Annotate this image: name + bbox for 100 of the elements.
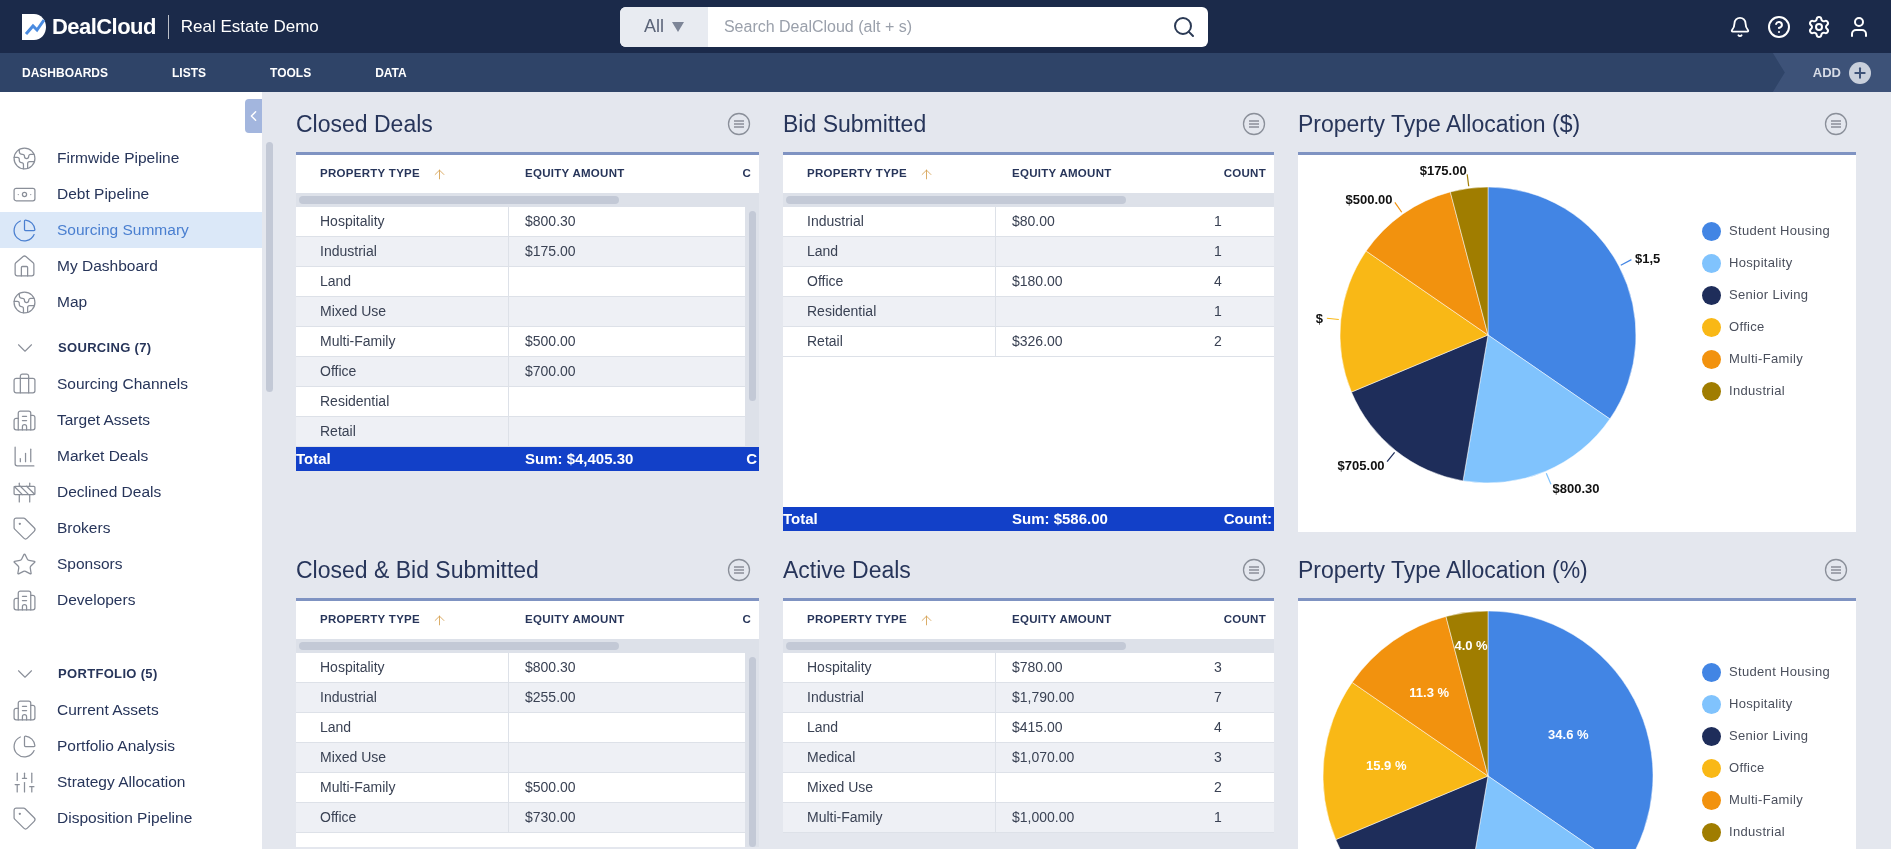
leader-line (1466, 173, 1470, 187)
panel-title: Bid Submitted (783, 109, 927, 139)
column-header[interactable]: PROPERTY TYPE (296, 165, 509, 183)
search-bar[interactable]: All Search DealCloud (alt + s) (619, 6, 1208, 47)
table-cell: Office (783, 267, 996, 296)
sidebar-item[interactable]: Developers (0, 582, 262, 618)
search-scope-dropdown[interactable]: All (619, 6, 708, 47)
scrollbar[interactable] (745, 653, 759, 847)
legend-label[interactable]: Industrial (1729, 822, 1785, 842)
sidebar-item[interactable]: Target Assets (0, 402, 262, 438)
table-cell: Land (296, 713, 509, 742)
table-cell-text: $1,000.00 (1011, 808, 1076, 827)
data-label: 34.6 % (1548, 726, 1589, 742)
nav-menu-item[interactable]: TOOLS (270, 63, 312, 82)
sidebar-item[interactable]: Firmwide Pipeline (0, 140, 262, 176)
column-header[interactable]: PROPERTY TYPE (783, 611, 996, 629)
tag-icon (12, 805, 37, 831)
sidebar-item[interactable]: Portfolio Analysis (0, 728, 262, 764)
legend-label[interactable]: Office (1729, 758, 1765, 778)
legend-label[interactable]: Hospitality (1729, 694, 1793, 714)
column-header[interactable]: PROPERTY TYPE (783, 165, 996, 183)
sidebar-item[interactable]: Sponsors (0, 546, 262, 582)
column-header[interactable]: C (741, 611, 759, 629)
sidebar-item[interactable]: Strategy Allocation (0, 764, 262, 800)
menu-icon[interactable] (727, 112, 751, 136)
nav-menu-item[interactable]: DASHBOARDS (22, 63, 108, 82)
logo-icon (20, 11, 48, 42)
workspace-name: Real Estate Demo (180, 15, 319, 38)
data-label: 4.0 % (1454, 638, 1488, 654)
column-header[interactable]: EQUITY AMOUNT (509, 165, 741, 183)
legend-label[interactable]: Hospitality (1729, 253, 1793, 273)
notifications-icon[interactable] (1729, 15, 1751, 38)
sidebar-item[interactable]: Map (0, 284, 262, 320)
total-label: Sum: $586.00 (1011, 508, 1109, 529)
column-header[interactable]: EQUITY AMOUNT (996, 611, 1184, 629)
tag-icon (12, 515, 37, 541)
legend-label[interactable]: Senior Living (1729, 726, 1809, 746)
column-header[interactable]: EQUITY AMOUNT (996, 165, 1184, 183)
legend-label[interactable]: Multi-Family (1729, 349, 1803, 369)
table-cell: Medical (783, 743, 996, 772)
search-icon[interactable] (1171, 14, 1196, 39)
globe-icon (12, 289, 37, 315)
settings-icon[interactable] (1807, 14, 1831, 39)
sidebar-item[interactable]: Market Deals (0, 438, 262, 474)
scrollbar[interactable] (296, 193, 759, 207)
table-cell: Multi-Family (296, 773, 509, 802)
sidebar-item[interactable]: Sourcing Channels (0, 366, 262, 402)
add-button[interactable]: ADD (1772, 53, 1891, 92)
column-header[interactable]: EQUITY AMOUNT (509, 611, 741, 629)
search-field[interactable]: Search DealCloud (alt + s) (707, 14, 1172, 39)
scrollbar[interactable] (783, 193, 1274, 207)
sidebar-item[interactable]: Brokers (0, 510, 262, 546)
table-cell-text: $1,070.00 (1011, 748, 1076, 767)
sidebar-item[interactable]: Declined Deals (0, 474, 262, 510)
help-icon[interactable] (1767, 14, 1791, 39)
menu-icon[interactable] (727, 558, 751, 582)
legend-label[interactable]: Senior Living (1729, 285, 1809, 305)
sidebar-item[interactable]: Disposition Pipeline (0, 800, 262, 836)
building-icon (12, 697, 37, 723)
legend-label[interactable]: Multi-Family (1729, 790, 1803, 810)
column-header[interactable]: COUNT (1184, 611, 1274, 629)
collapse-button[interactable] (245, 99, 262, 133)
table-cell: Industrial (783, 207, 996, 236)
nav-menu-item[interactable]: LISTS (172, 63, 207, 82)
table-cell-text: 4 (1213, 272, 1223, 291)
pie-chart-icon (12, 217, 37, 243)
table-cell: Multi-Family (783, 803, 996, 832)
legend-label[interactable]: Student Housing (1729, 662, 1830, 682)
section-heading[interactable]: SOURCING (7) (58, 338, 152, 358)
column-header[interactable]: PROPERTY TYPE (296, 611, 509, 629)
table-cell: Land (296, 267, 509, 296)
menu-icon[interactable] (1242, 112, 1266, 136)
menu-icon[interactable] (1242, 558, 1266, 582)
data-label: $800.30 (1552, 480, 1600, 496)
table-cell-text: $175.00 (524, 242, 577, 261)
menu-icon[interactable] (1824, 112, 1848, 136)
sidebar-item[interactable]: Current Assets (0, 692, 262, 728)
column-header[interactable]: C (741, 165, 759, 183)
scrollbar[interactable] (745, 207, 759, 447)
caret-icon (671, 21, 684, 32)
panel-title: Closed & Bid Submitted (296, 555, 539, 585)
scrollbar[interactable] (783, 639, 1274, 653)
section-heading[interactable]: PORTFOLIO (5) (58, 664, 158, 684)
legend-label[interactable]: Industrial (1729, 381, 1785, 401)
total-label: C (746, 448, 758, 469)
menu-icon[interactable] (1824, 558, 1848, 582)
panel-title: Property Type Allocation (%) (1298, 555, 1588, 585)
table-cell: Hospitality (783, 653, 996, 682)
table-cell-text: $500.00 (524, 778, 577, 797)
table-cell: Mixed Use (296, 297, 509, 326)
sidebar-item[interactable]: My Dashboard (0, 248, 262, 284)
sidebar-item[interactable]: Debt Pipeline (0, 176, 262, 212)
leader-line (1326, 317, 1340, 321)
legend-label[interactable]: Office (1729, 317, 1765, 337)
column-header[interactable]: COUNT (1184, 165, 1274, 183)
table-cell-text: 2 (1213, 332, 1223, 351)
scrollbar[interactable] (296, 639, 759, 653)
data-label: $705.00 (1337, 457, 1385, 473)
nav-menu-item[interactable]: DATA (375, 63, 407, 82)
legend-label[interactable]: Student Housing (1729, 221, 1830, 241)
